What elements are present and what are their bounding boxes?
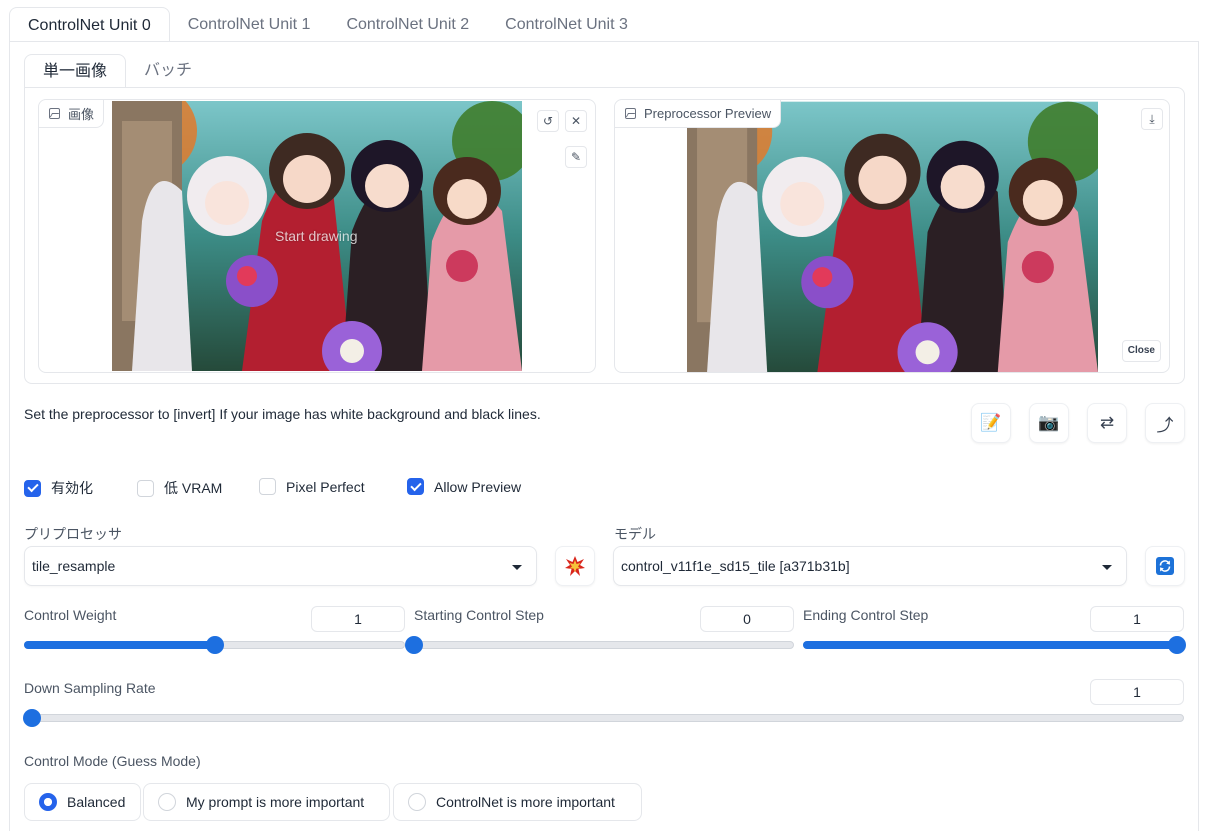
control-mode-balanced[interactable]: Balanced — [24, 783, 141, 821]
enable-label: 有効化 — [51, 480, 93, 496]
preprocessor-label: プリプロセッサ — [24, 526, 122, 542]
image-icon — [625, 108, 636, 119]
preprocessor-value: tile_resample — [32, 558, 116, 574]
preview-label: Preprocessor Preview — [615, 100, 782, 128]
pixel-perfect-label: Pixel Perfect — [286, 478, 365, 495]
tab-unit-3[interactable]: ControlNet Unit 3 — [487, 7, 646, 42]
enable-checkbox[interactable]: 有効化 — [24, 478, 93, 498]
preview-label-text: Preprocessor Preview — [644, 106, 772, 121]
pixel-perfect-checkbox[interactable]: Pixel Perfect — [259, 478, 365, 495]
swap-icon[interactable]: ⇄ — [1087, 403, 1127, 443]
slider-thumb[interactable] — [1168, 636, 1186, 654]
input-image-label: 画像 — [39, 100, 105, 128]
slider-track — [32, 714, 1184, 722]
explosion-icon — [565, 556, 585, 576]
allow-preview-label: Allow Preview — [434, 478, 522, 495]
checkbox-checked-icon[interactable] — [407, 478, 424, 495]
control-mode-controlnet[interactable]: ControlNet is more important — [393, 783, 642, 821]
allow-preview-checkbox[interactable]: Allow Preview — [407, 478, 521, 495]
run-preprocessor-button[interactable] — [555, 546, 595, 586]
control-weight-input[interactable]: 1 — [311, 606, 405, 632]
input-image-label-text: 画像 — [68, 107, 95, 122]
checkbox-checked-icon[interactable] — [24, 479, 41, 497]
starting-step-slider[interactable] — [405, 635, 794, 655]
tab-unit-0[interactable]: ControlNet Unit 0 — [9, 7, 170, 42]
image-icon — [49, 108, 60, 119]
preprocessor-preview: Preprocessor Preview ⤓ Close — [614, 99, 1170, 373]
radio-unselected-icon[interactable] — [158, 793, 176, 811]
brush-icon[interactable]: ✎ — [565, 146, 587, 168]
radio-label: ControlNet is more important — [436, 794, 615, 810]
radio-label: My prompt is more important — [186, 794, 365, 810]
slider-track — [414, 641, 794, 649]
download-icon[interactable]: ⤓ — [1141, 108, 1163, 130]
control-mode-prompt[interactable]: My prompt is more important — [143, 783, 390, 821]
checkbox-unchecked-icon[interactable] — [137, 479, 154, 497]
model-value: control_v11f1e_sd15_tile [a371b31b] — [621, 558, 850, 574]
preview-image — [687, 101, 1098, 372]
radio-label: Balanced — [67, 794, 126, 810]
notepad-icon[interactable]: 📝 — [971, 403, 1011, 443]
control-weight-slider[interactable] — [24, 635, 405, 655]
low-vram-label: 低 VRAM — [164, 480, 223, 496]
slider-fill — [24, 641, 215, 649]
control-weight-label: Control Weight — [24, 607, 117, 623]
preprocessor-hint: Set the preprocessor to [invert] If your… — [24, 406, 541, 422]
radio-selected-icon[interactable] — [39, 793, 57, 811]
model-label: モデル — [614, 526, 656, 542]
undo-icon[interactable]: ↺ — [537, 110, 559, 132]
chevron-down-icon — [512, 565, 522, 570]
preprocessor-select[interactable]: tile_resample — [24, 546, 537, 586]
slider-fill — [803, 641, 1177, 649]
camera-icon[interactable]: 📷 — [1029, 403, 1069, 443]
chevron-down-icon — [1102, 565, 1112, 570]
ending-step-slider[interactable] — [803, 635, 1186, 655]
slider-thumb[interactable] — [405, 636, 423, 654]
down-sampling-label: Down Sampling Rate — [24, 680, 156, 696]
checkbox-unchecked-icon[interactable] — [259, 478, 276, 495]
down-sampling-input[interactable]: 1 — [1090, 679, 1184, 705]
start-drawing-overlay: Start drawing — [275, 228, 358, 244]
ending-step-label: Ending Control Step — [803, 607, 929, 623]
refresh-models-button[interactable] — [1145, 546, 1185, 586]
model-select[interactable]: control_v11f1e_sd15_tile [a371b31b] — [613, 546, 1127, 586]
preview-close-button[interactable]: Close — [1121, 340, 1161, 362]
tab-unit-2[interactable]: ControlNet Unit 2 — [328, 7, 487, 42]
send-dimensions-icon[interactable]: ⤴ — [1145, 403, 1185, 443]
tab-unit-1[interactable]: ControlNet Unit 1 — [170, 7, 329, 42]
low-vram-checkbox[interactable]: 低 VRAM — [137, 478, 222, 498]
radio-unselected-icon[interactable] — [408, 793, 426, 811]
image-mode-tabs: 単一画像 バッチ — [24, 54, 210, 88]
ending-step-input[interactable]: 1 — [1090, 606, 1184, 632]
slider-thumb[interactable] — [205, 636, 224, 654]
slider-thumb[interactable] — [23, 709, 41, 727]
unit-tabs: ControlNet Unit 0 ControlNet Unit 1 Cont… — [9, 7, 646, 42]
starting-step-label: Starting Control Step — [414, 607, 544, 623]
input-image-canvas[interactable]: 画像 Start drawing ↺ ✕ ✎ — [38, 99, 596, 373]
tab-batch[interactable]: バッチ — [126, 54, 210, 88]
starting-step-input[interactable]: 0 — [700, 606, 794, 632]
down-sampling-slider[interactable] — [23, 708, 1184, 728]
control-mode-label: Control Mode (Guess Mode) — [24, 753, 201, 769]
refresh-icon — [1156, 557, 1174, 575]
tab-single-image[interactable]: 単一画像 — [24, 54, 127, 88]
close-icon[interactable]: ✕ — [565, 110, 587, 132]
